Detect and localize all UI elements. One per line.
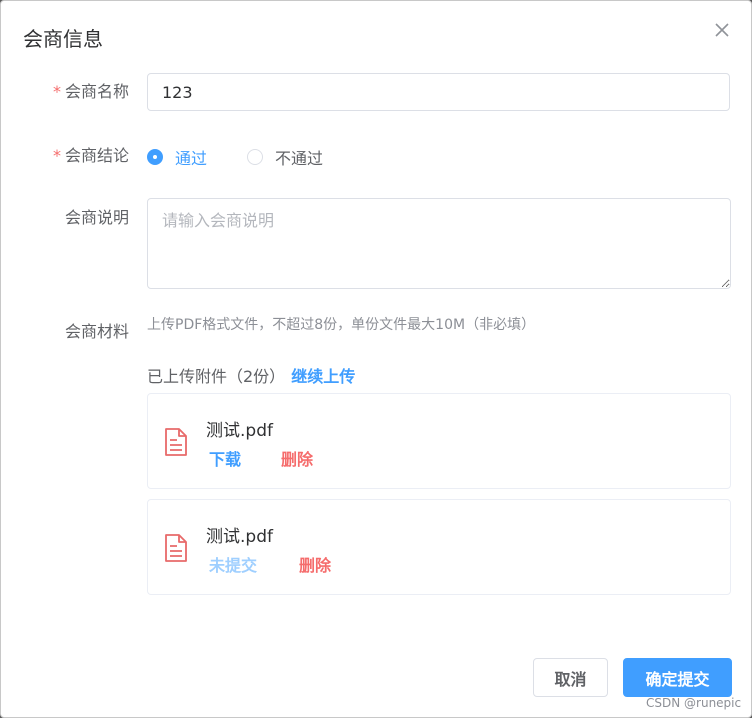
confirm-submit-button[interactable]: 确定提交: [623, 658, 732, 697]
download-link[interactable]: 下载: [209, 446, 241, 470]
name-input[interactable]: [147, 73, 730, 111]
continue-upload-link[interactable]: 继续上传: [291, 367, 355, 386]
file-name: 测试.pdf: [206, 527, 273, 547]
file-name: 测试.pdf: [206, 421, 273, 441]
radio-pass-dot[interactable]: [147, 149, 163, 165]
watermark: CSDN @runepic: [646, 696, 742, 710]
file-card: 测试.pdf 下载 删除: [147, 393, 731, 489]
cancel-button[interactable]: 取消: [533, 658, 608, 697]
materials-label: 会商材料: [64, 322, 129, 341]
upload-tip: 上传PDF格式文件，不超过8份，单份文件最大10M（非必填）: [147, 317, 536, 333]
description-label: 会商说明: [64, 208, 129, 227]
delete-link[interactable]: 删除: [281, 446, 313, 470]
pdf-file-icon: [164, 428, 188, 460]
file-card: 测试.pdf 未提交 删除: [147, 499, 731, 595]
required-mark: *: [52, 146, 61, 165]
radio-fail[interactable]: 不通过: [247, 145, 323, 169]
pdf-file-icon: [164, 534, 188, 566]
radio-pass[interactable]: 通过: [147, 145, 207, 169]
name-label-text: 会商名称: [64, 82, 129, 101]
delete-link[interactable]: 删除: [299, 552, 331, 576]
description-textarea[interactable]: [147, 198, 731, 289]
radio-pass-label: 通过: [175, 149, 208, 168]
conclusion-label-text: 会商结论: [64, 146, 129, 165]
dialog-title: 会商信息: [23, 27, 103, 51]
uploaded-count-text: 已上传附件（2份）: [147, 367, 286, 386]
name-label: * 会商名称: [53, 81, 129, 103]
consultation-dialog: 会商信息 *会商名称 *会商结论 通过 不通过 会商说明 会商材料 上传PDF格…: [0, 0, 752, 718]
conclusion-label: * 会商结论: [53, 145, 129, 167]
radio-fail-label: 不通过: [275, 149, 324, 168]
close-icon[interactable]: [709, 17, 735, 43]
required-mark: *: [52, 82, 61, 101]
radio-fail-dot[interactable]: [247, 149, 263, 165]
not-submitted-link[interactable]: 未提交: [209, 552, 257, 576]
uploaded-summary: 已上传附件（2份） 继续上传: [147, 363, 355, 387]
